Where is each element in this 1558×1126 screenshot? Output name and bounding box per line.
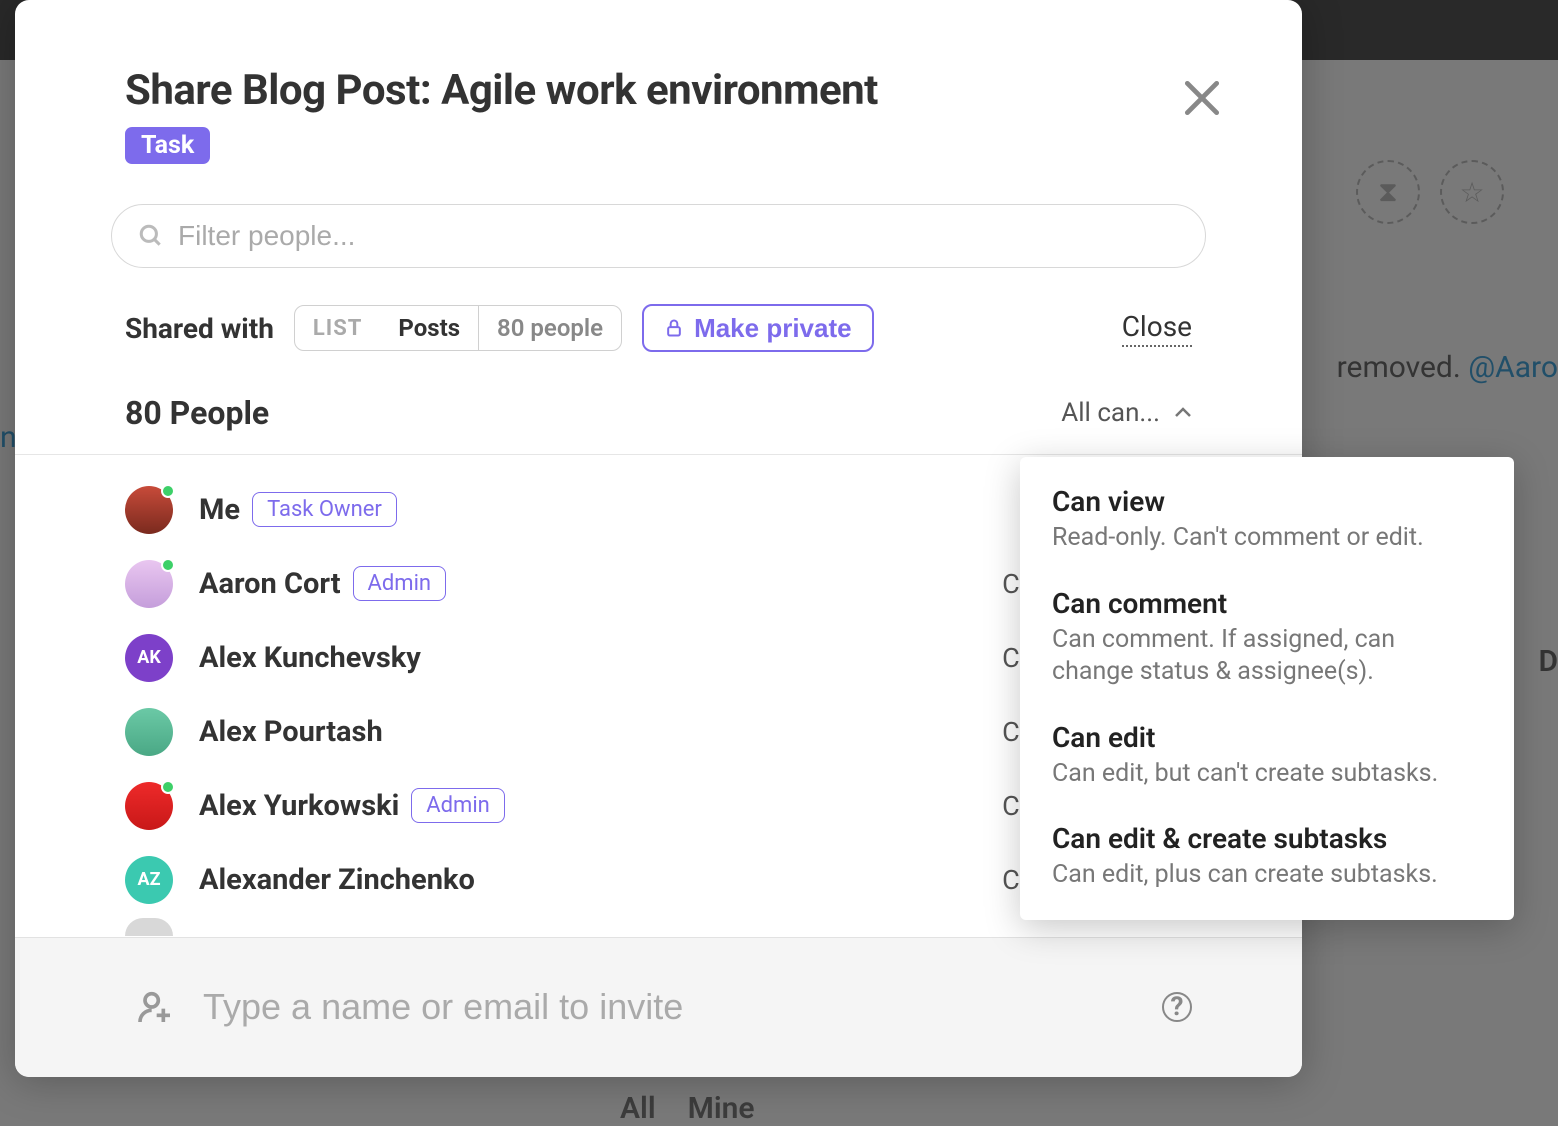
shared-with-label: Shared with <box>125 312 274 345</box>
segment-count[interactable]: 80 people <box>478 306 621 350</box>
permission-option-title: Can edit & create subtasks <box>1052 822 1482 855</box>
invite-footer: ? <box>15 937 1302 1077</box>
segment-list[interactable]: LIST <box>295 306 381 350</box>
close-link[interactable]: Close <box>1122 310 1192 347</box>
avatar[interactable] <box>125 708 173 756</box>
invite-input[interactable] <box>203 986 1134 1028</box>
person-name: Alex Pourtash <box>199 715 383 749</box>
avatar[interactable]: AZ <box>125 856 173 904</box>
filter-input[interactable] <box>178 220 1179 252</box>
permission-option[interactable]: Can comment Can comment. If assigned, can… <box>1052 587 1482 689</box>
permission-option[interactable]: Can edit Can edit, but can't create subta… <box>1052 721 1482 791</box>
make-private-button[interactable]: Make private <box>642 304 874 352</box>
permission-option-desc: Can edit, but can't create subtasks. <box>1052 758 1482 791</box>
all-can-dropdown[interactable]: All can... <box>1061 398 1192 428</box>
avatar[interactable] <box>125 486 173 534</box>
avatar[interactable] <box>125 560 173 608</box>
avatar[interactable] <box>125 918 173 936</box>
permission-option[interactable]: Can view Read-only. Can't comment or edit… <box>1052 485 1482 555</box>
online-indicator <box>161 484 175 498</box>
close-icon[interactable] <box>1180 76 1224 120</box>
role-badge: Admin <box>353 566 447 601</box>
lock-icon <box>664 317 684 339</box>
permission-option[interactable]: Can edit & create subtasks Can edit, plus… <box>1052 822 1482 892</box>
task-badge: Task <box>125 127 210 164</box>
add-person-icon <box>135 987 175 1027</box>
help-icon[interactable]: ? <box>1162 992 1192 1022</box>
permission-option-desc: Can edit, plus can create subtasks. <box>1052 859 1482 892</box>
online-indicator <box>161 780 175 794</box>
permission-option-title: Can edit <box>1052 721 1482 754</box>
people-count: 80 People <box>125 394 269 432</box>
search-icon <box>138 223 164 249</box>
permissions-menu: Can view Read-only. Can't comment or edit… <box>1020 457 1514 920</box>
person-name: Alexander Zinchenko <box>199 863 475 897</box>
chevron-up-icon <box>1174 407 1192 419</box>
avatar[interactable]: AK <box>125 634 173 682</box>
role-badge: Admin <box>411 788 505 823</box>
modal-title: Share Blog Post: Agile work environment <box>125 66 1206 115</box>
person-name: Aaron Cort <box>199 567 341 601</box>
person-name: Me <box>199 493 240 527</box>
permission-option-desc: Read-only. Can't comment or edit. <box>1052 522 1482 555</box>
person-name: Alex Yurkowski <box>199 789 399 823</box>
permission-option-title: Can view <box>1052 485 1482 518</box>
segment-posts[interactable]: Posts <box>380 306 478 350</box>
shared-segments: LIST Posts 80 people <box>294 305 622 351</box>
filter-input-wrap[interactable] <box>111 204 1206 268</box>
role-badge: Task Owner <box>252 492 397 527</box>
online-indicator <box>161 558 175 572</box>
person-name: Alex Kunchevsky <box>199 641 421 675</box>
permission-option-title: Can comment <box>1052 587 1482 620</box>
avatar[interactable] <box>125 782 173 830</box>
permission-option-desc: Can comment. If assigned, can change sta… <box>1052 624 1482 689</box>
